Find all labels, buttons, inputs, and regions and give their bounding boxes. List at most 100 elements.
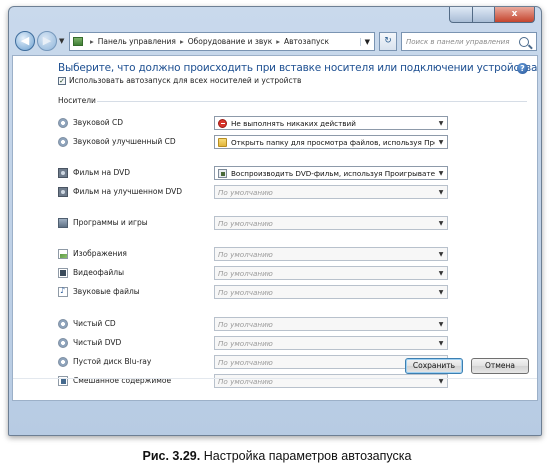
dvd-film-icon bbox=[58, 168, 68, 178]
media-type-label: Программы и игры bbox=[73, 218, 148, 227]
selected-action-text: Воспроизводить DVD-фильм, используя Прои… bbox=[231, 168, 435, 178]
media-section-label: Носители bbox=[58, 96, 96, 105]
navigation-bar: ◀ ▶ ▼ ▸ Панель управления ▸ Оборудование… bbox=[13, 29, 537, 53]
media-type-label: Изображения bbox=[73, 249, 127, 258]
autoplay-action-dropdown[interactable]: По умолчанию ▼ bbox=[214, 317, 448, 331]
footer-divider bbox=[13, 378, 537, 379]
selected-action-text: По умолчанию bbox=[218, 249, 273, 259]
chevron-down-icon[interactable]: ▼ bbox=[435, 170, 447, 177]
blank-cd-icon bbox=[58, 319, 68, 329]
chevron-down-icon[interactable]: ▼ bbox=[435, 270, 447, 277]
cd-disc-icon bbox=[58, 118, 68, 128]
breadcrumb-control-panel[interactable]: Панель управления bbox=[98, 37, 176, 46]
minimize-button[interactable] bbox=[449, 7, 473, 23]
chevron-down-icon[interactable]: ▼ bbox=[435, 139, 447, 146]
blank-dvd-icon bbox=[58, 338, 68, 348]
media-row: Звуковые файлы По умолчанию ▼ bbox=[58, 285, 537, 300]
media-row: Программы и игры По умолчанию ▼ bbox=[58, 216, 537, 231]
autoplay-action-dropdown[interactable]: По умолчанию ▼ bbox=[214, 336, 448, 350]
figure-caption: Рис. 3.29. Настройка параметров автозапу… bbox=[0, 449, 554, 463]
software-box-icon bbox=[58, 218, 68, 228]
page-heading: Выберите, что должно происходить при вст… bbox=[58, 62, 538, 74]
media-row: Чистый DVD По умолчанию ▼ bbox=[58, 336, 537, 351]
use-autoplay-option[interactable]: ✓ Использовать автозапуск для всех носит… bbox=[58, 76, 301, 85]
autoplay-action-dropdown[interactable]: Не выполнять никаких действий ▼ bbox=[214, 116, 448, 130]
media-type-label: Звуковые файлы bbox=[73, 287, 140, 296]
selected-action-text: По умолчанию bbox=[218, 187, 273, 197]
blank-bluray-icon bbox=[58, 357, 68, 367]
chevron-down-icon[interactable]: ▼ bbox=[435, 340, 447, 347]
refresh-button[interactable]: ↻ bbox=[379, 32, 397, 51]
back-button[interactable]: ◀ bbox=[15, 31, 35, 51]
autoplay-action-dropdown[interactable]: По умолчанию ▼ bbox=[214, 216, 448, 230]
breadcrumb-autoplay[interactable]: Автозапуск bbox=[284, 37, 329, 46]
selected-action-text: По умолчанию bbox=[218, 357, 273, 367]
autoplay-action-dropdown[interactable]: Открыть папку для просмотра файлов, испо… bbox=[214, 135, 448, 149]
control-panel-window: x ◀ ▶ ▼ ▸ Панель управления ▸ Оборудован… bbox=[8, 6, 542, 436]
media-row: Чистый CD По умолчанию ▼ bbox=[58, 317, 537, 332]
selected-action-text: По умолчанию bbox=[218, 218, 273, 228]
caption-buttons: x bbox=[449, 7, 535, 23]
dvd-film-icon bbox=[58, 187, 68, 197]
recent-pages-dropdown[interactable]: ▼ bbox=[59, 37, 64, 45]
search-icon[interactable] bbox=[519, 36, 529, 47]
breadcrumb-arrow-icon[interactable]: ▸ bbox=[276, 37, 280, 46]
media-type-label: Видеофайлы bbox=[73, 268, 125, 277]
audio-file-icon bbox=[58, 286, 68, 297]
media-type-label: Фильм на улучшенном DVD bbox=[73, 187, 183, 196]
autoplay-action-dropdown[interactable]: Воспроизводить DVD-фильм, используя Прои… bbox=[214, 166, 448, 180]
chevron-down-icon[interactable]: ▼ bbox=[435, 220, 447, 227]
media-row: Изображения По умолчанию ▼ bbox=[58, 247, 537, 262]
media-row: Видеофайлы По умолчанию ▼ bbox=[58, 266, 537, 281]
autoplay-action-dropdown[interactable]: По умолчанию ▼ bbox=[214, 247, 448, 261]
stop-icon bbox=[218, 118, 227, 128]
media-type-label: Фильм на DVD bbox=[73, 168, 131, 177]
figure-number: Рис. 3.29. bbox=[142, 449, 201, 463]
help-icon[interactable]: ? bbox=[517, 63, 528, 74]
use-autoplay-checkbox[interactable]: ✓ bbox=[58, 76, 66, 85]
media-type-label: Звуковой CD bbox=[73, 118, 124, 127]
chevron-down-icon[interactable]: ▼ bbox=[435, 321, 447, 328]
search-input[interactable] bbox=[402, 33, 516, 50]
chevron-down-icon[interactable]: ▼ bbox=[435, 251, 447, 258]
media-type-label: Звуковой улучшенный CD bbox=[73, 137, 176, 146]
chevron-down-icon[interactable]: ▼ bbox=[435, 189, 447, 196]
forward-button[interactable]: ▶ bbox=[37, 31, 57, 51]
video-file-icon bbox=[58, 268, 68, 278]
close-button[interactable]: x bbox=[495, 7, 535, 23]
media-type-label: Чистый CD bbox=[73, 319, 116, 328]
media-type-label: Чистый DVD bbox=[73, 338, 122, 347]
search-box[interactable] bbox=[401, 32, 537, 51]
breadcrumb-hardware-sound[interactable]: Оборудование и звук bbox=[188, 37, 273, 46]
breadcrumb-arrow-icon[interactable]: ▸ bbox=[90, 37, 94, 46]
cd-disc-icon bbox=[58, 137, 68, 147]
media-row: Фильм на DVD Воспроизводить DVD-фильм, ис… bbox=[58, 166, 537, 181]
use-autoplay-label: Использовать автозапуск для всех носител… bbox=[69, 76, 302, 85]
picture-file-icon bbox=[58, 249, 68, 259]
autoplay-settings-panel: Выберите, что должно происходить при вст… bbox=[12, 55, 538, 401]
selected-action-text: По умолчанию bbox=[218, 338, 273, 348]
autoplay-action-dropdown[interactable]: По умолчанию ▼ bbox=[214, 285, 448, 299]
selected-action-text: Не выполнять никаких действий bbox=[231, 118, 356, 128]
media-row: Фильм на улучшенном DVD По умолчанию ▼ bbox=[58, 185, 537, 200]
media-row: Звуковой CD Не выполнять никаких действий… bbox=[58, 116, 537, 131]
media-row: Звуковой улучшенный CD Открыть папку для … bbox=[58, 135, 537, 150]
breadcrumb-arrow-icon[interactable]: ▸ bbox=[180, 37, 184, 46]
maximize-button[interactable] bbox=[473, 7, 495, 23]
control-panel-icon bbox=[73, 37, 83, 46]
chevron-down-icon[interactable]: ▼ bbox=[435, 120, 447, 127]
address-bar[interactable]: ▸ Панель управления ▸ Оборудование и зву… bbox=[69, 32, 375, 51]
autoplay-action-dropdown[interactable]: По умолчанию▼ bbox=[214, 374, 448, 388]
autoplay-action-dropdown[interactable]: По умолчанию ▼ bbox=[214, 185, 448, 199]
autoplay-action-dropdown[interactable]: По умолчанию ▼ bbox=[214, 266, 448, 280]
section-divider bbox=[97, 101, 527, 102]
media-type-label: Пустой диск Blu-ray bbox=[73, 357, 152, 366]
selected-action-text: По умолчанию bbox=[218, 268, 273, 278]
address-dropdown-icon[interactable]: ▼ bbox=[359, 37, 374, 46]
media-row: Пустой диск Blu-rayПо умолчанию▼ bbox=[58, 355, 537, 370]
save-button[interactable]: Сохранить bbox=[405, 358, 463, 374]
selected-action-text: По умолчанию bbox=[218, 287, 273, 297]
cancel-button[interactable]: Отмена bbox=[471, 358, 529, 374]
selected-action-text: По умолчанию bbox=[218, 319, 273, 329]
chevron-down-icon[interactable]: ▼ bbox=[435, 289, 447, 296]
